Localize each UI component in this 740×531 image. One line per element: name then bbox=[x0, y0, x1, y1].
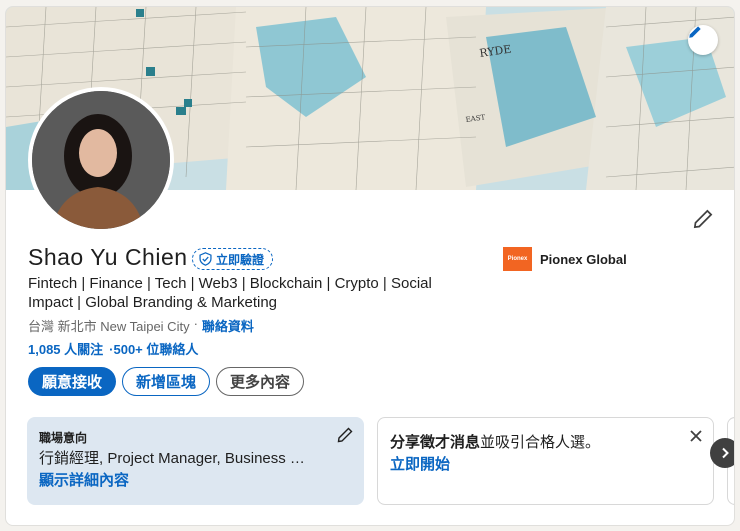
hiring-card: 分享徵才消息並吸引合格人選。 立即開始 bbox=[377, 417, 714, 505]
shield-check-icon bbox=[199, 252, 212, 266]
location-text: 台灣 新北市 New Taipei City bbox=[28, 319, 190, 334]
get-started-link[interactable]: 立即開始 bbox=[390, 453, 450, 474]
open-to-work-title: 職場意向 bbox=[39, 431, 88, 445]
more-button[interactable]: 更多內容 bbox=[216, 367, 304, 396]
chevron-right-icon bbox=[722, 447, 729, 459]
dismiss-hiring-button[interactable] bbox=[688, 428, 706, 446]
followers-link[interactable]: 1,085 人關注 bbox=[28, 339, 103, 358]
add-section-button[interactable]: 新增區塊 bbox=[122, 367, 210, 396]
profile-photo[interactable] bbox=[28, 87, 174, 233]
verify-now-badge[interactable]: 立即驗證 bbox=[192, 248, 274, 270]
carousel-next-button[interactable] bbox=[710, 438, 734, 468]
profile-headline: Fintech | Finance | Tech | Web3 | Blockc… bbox=[28, 275, 432, 311]
edit-open-to-work-button[interactable] bbox=[337, 427, 355, 445]
close-icon bbox=[690, 430, 702, 442]
company-name: Pionex Global bbox=[540, 251, 627, 267]
hiring-text: 分享徵才消息並吸引合格人選。 bbox=[390, 431, 600, 452]
open-to-work-card[interactable]: 職場意向 行銷經理, Project Manager, Business … 顯… bbox=[27, 417, 364, 505]
hiring-text-bold: 分享徵才消息 bbox=[390, 434, 481, 451]
open-to-work-description: 行銷經理, Project Manager, Business … bbox=[39, 450, 305, 467]
pencil-icon bbox=[337, 427, 353, 443]
company-logo: Pionex bbox=[503, 247, 532, 271]
edit-cover-button[interactable] bbox=[688, 25, 718, 55]
location-row: 台灣 新北市 New Taipei City · 聯絡資料 bbox=[28, 316, 254, 335]
verify-label: 立即驗證 bbox=[216, 252, 265, 267]
current-company[interactable]: Pionex Pionex Global bbox=[503, 247, 627, 271]
open-to-button[interactable]: 願意接收 bbox=[28, 367, 116, 396]
hiring-text-rest: 並吸引合格人選。 bbox=[480, 434, 601, 451]
profile-name: Shao Yu Chien bbox=[28, 244, 188, 270]
show-details-link[interactable]: 顯示詳細內容 bbox=[39, 469, 129, 490]
profile-card: RYDE EAST Shao Yu Chien 立即驗證 Fintech | F… bbox=[5, 6, 735, 526]
connections-link[interactable]: ·500+ 位聯絡人 bbox=[109, 339, 198, 358]
pencil-icon bbox=[693, 209, 713, 229]
avatar bbox=[32, 91, 170, 229]
pencil-icon bbox=[689, 26, 701, 38]
contact-info-link[interactable]: 聯絡資料 bbox=[202, 316, 254, 335]
stats-row: 1,085 人關注 ·500+ 位聯絡人 bbox=[28, 339, 198, 358]
location-separator: · bbox=[193, 316, 198, 331]
edit-profile-button[interactable] bbox=[691, 207, 715, 231]
